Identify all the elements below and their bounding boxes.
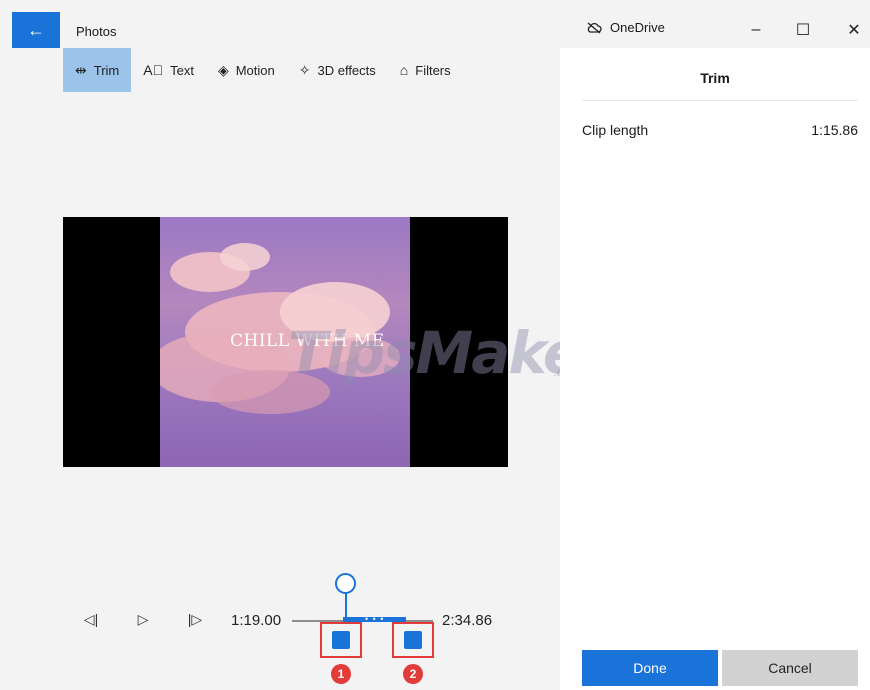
tool-text-label: Text [170, 62, 194, 78]
text-icon: A⃞ [143, 62, 164, 78]
app-title: Photos [76, 24, 117, 39]
trim-end-time: 2:34.86 [442, 612, 493, 629]
watermark: TipsMake [288, 319, 582, 387]
play-icon: ▷ [137, 610, 149, 627]
onedrive-label: OneDrive [610, 20, 665, 35]
playhead-line [345, 592, 347, 620]
done-button[interactable]: Done [582, 650, 718, 686]
filters-icon: ⌂ [399, 62, 409, 78]
trim-start-time: 1:19.00 [231, 612, 282, 629]
tool-trim[interactable]: ⇹ Trim [63, 48, 132, 92]
edit-toolbar: ⇹ Trim A⃞ Text ◈ Motion ✧ 3D effects ⌂ F… [63, 48, 463, 92]
trim-panel: Trim Clip length 1:15.86 Done Cancel [560, 48, 870, 690]
annotation-badge-1: 1 [331, 664, 351, 684]
title-bar: ← Photos OneDrive – ☐ ✕ [0, 0, 870, 48]
annotation-badge-2: 2 [403, 664, 423, 684]
cloud-off-icon [587, 22, 602, 33]
tool-3d-effects[interactable]: ✧ 3D effects [287, 48, 388, 92]
play-button[interactable]: ▷ [132, 608, 154, 630]
step-forward-icon: |▷ [187, 610, 203, 627]
3d-effects-icon: ✧ [298, 61, 311, 78]
panel-title: Trim [700, 70, 730, 86]
panel-divider [582, 100, 858, 101]
next-frame-button[interactable]: |▷ [184, 608, 206, 630]
back-button[interactable]: ← [12, 12, 60, 48]
tool-motion[interactable]: ◈ Motion [206, 48, 287, 92]
tool-motion-label: Motion [235, 62, 275, 78]
onedrive-status[interactable]: OneDrive [586, 20, 665, 35]
selection-dots: • • • [365, 614, 385, 624]
tool-3d-effects-label: 3D effects [317, 62, 376, 78]
end-grip[interactable] [404, 631, 422, 649]
maximize-button[interactable]: ☐ [787, 18, 819, 42]
motion-icon: ◈ [217, 61, 229, 78]
start-grip[interactable] [332, 631, 350, 649]
close-button[interactable]: ✕ [838, 18, 870, 42]
trim-icon: ⇹ [75, 61, 87, 78]
tool-trim-label: Trim [93, 62, 120, 78]
playhead-handle[interactable] [335, 573, 356, 594]
clip-length-value: 1:15.86 [811, 122, 858, 138]
minimize-button[interactable]: – [740, 18, 772, 42]
clip-length-label: Clip length [582, 122, 649, 138]
arrow-left-icon: ← [27, 19, 45, 40]
trim-end-handle[interactable] [392, 622, 434, 658]
trim-start-handle[interactable] [320, 622, 362, 658]
previous-frame-button[interactable]: ◁| [80, 608, 102, 630]
tool-filters[interactable]: ⌂ Filters [388, 48, 463, 92]
step-back-icon: ◁| [83, 610, 99, 627]
cancel-button[interactable]: Cancel [722, 650, 858, 686]
tool-text[interactable]: A⃞ Text [131, 48, 206, 92]
tool-filters-label: Filters [415, 62, 451, 78]
